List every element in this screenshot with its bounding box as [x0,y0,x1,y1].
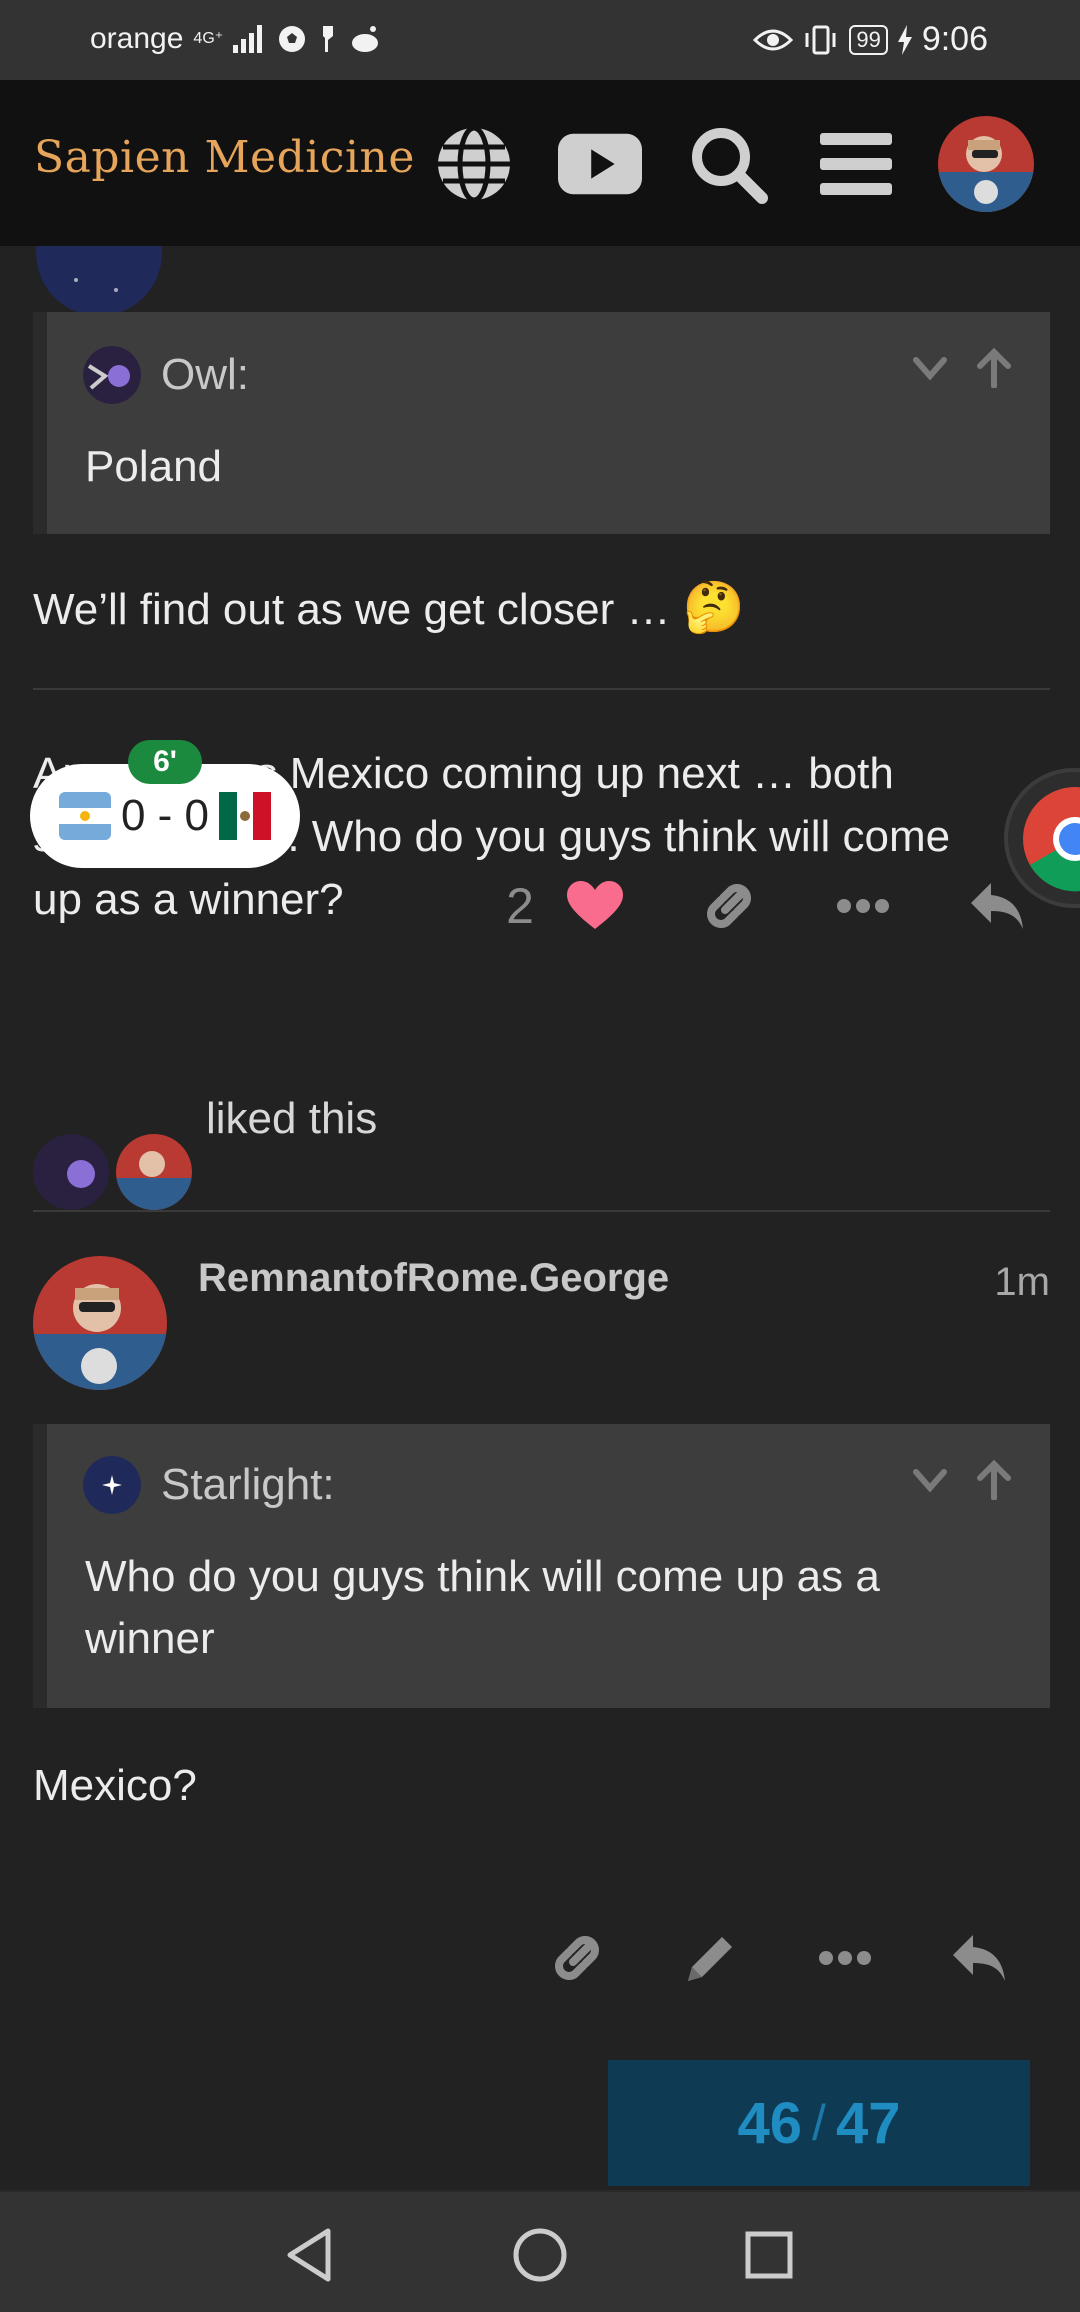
quote-text: Poland [85,442,223,491]
youtube-icon [558,133,642,195]
arrow-up-icon[interactable] [974,348,1014,388]
quote-header: Starlight: [83,1456,335,1514]
link-icon [555,1936,599,1980]
post-actions: 2 [490,866,1042,946]
arrow-up-icon[interactable] [974,1460,1014,1500]
recents-button[interactable] [734,2220,804,2290]
george-avatar-image [33,1256,167,1390]
starlight-avatar[interactable] [83,1456,141,1514]
post-text: We’ll find out as we get closer … [33,585,671,634]
copy-link-button[interactable] [684,866,774,946]
soccer-ball-icon [279,26,306,52]
ellipsis-icon [819,1951,871,1965]
app-screen: { "status_bar": { "carrier": "orange", "… [0,0,1080,2312]
reply-button[interactable] [934,1918,1024,1998]
charging-icon [897,24,912,55]
topic-stream: Owl: Poland We’ll find out as we get clo… [0,246,1080,2190]
ellipsis-icon [837,899,889,913]
edit-button[interactable] [666,1918,756,1998]
status-right: 99 9:06 [753,20,988,59]
post-divider [33,688,1050,690]
owl-avatar[interactable] [83,346,141,404]
vibrate-icon [805,25,836,54]
topic-progress[interactable]: 46 / 47 [608,2060,1030,2186]
back-button[interactable] [274,2220,344,2290]
reply-icon [953,1935,1005,1981]
eye-icon [753,29,794,50]
post-divider [33,1210,1050,1212]
site-title[interactable]: Sapien Medicine [34,132,415,183]
liker-avatar-owl[interactable] [33,1134,109,1210]
recents-square-icon [745,2231,793,2279]
back-triangle-icon [287,2228,331,2282]
status-left: orange 4G⁺ [90,22,381,56]
owl-avatar-image [83,346,141,404]
quote-controls [910,1460,1014,1500]
network-type: 4G⁺ [193,30,224,47]
quote-author[interactable]: Owl: [161,350,249,400]
reddit-icon [352,26,379,52]
quote-block-owl: Owl: Poland [33,312,1050,534]
thinking-emoji: 🤔 [682,579,745,635]
home-circle-icon [513,2228,567,2282]
like-button[interactable] [550,866,640,946]
notification-icon [323,26,334,52]
link-icon [707,884,751,928]
pencil-icon [688,1937,732,1981]
chevron-down-icon[interactable] [910,348,950,388]
copy-link-button[interactable] [532,1918,622,1998]
globe-button[interactable] [432,122,516,206]
carrier-label: orange [90,22,184,55]
post-actions [532,1918,1024,1998]
post-time[interactable]: 1m [994,1260,1050,1305]
like-count[interactable]: 2 [490,877,550,935]
menu-icon [820,133,892,195]
quote-controls [910,348,1014,388]
quote-header: Owl: [83,346,249,404]
search-button[interactable] [686,122,770,206]
chrome-icon [1023,787,1080,892]
post-body: We’ll find out as we get closer … 🤔 [33,576,1010,641]
match-minute-badge: 6' [128,740,202,784]
argentina-flag-icon [58,792,111,840]
progress-total: 47 [835,2090,901,2156]
reply-icon [971,883,1023,929]
system-nav-bar [0,2190,1080,2312]
globe-icon [438,125,510,203]
mexico-flag-icon [219,792,272,840]
status-bar: orange 4G⁺ 99 9:06 [0,0,1080,80]
liker-avatar-george[interactable] [116,1134,192,1210]
more-options-button[interactable] [800,1918,890,1998]
home-button[interactable] [505,2220,575,2290]
previous-post-avatar[interactable] [36,246,162,316]
liked-this-label: liked this [206,1094,378,1143]
starlight-avatar-image [83,1456,141,1514]
battery-indicator: 99 [849,24,888,55]
progress-separator: / [812,2095,826,2151]
quote-block-starlight: Starlight: Who do you guys think will co… [33,1424,1050,1708]
progress-current: 46 [737,2090,803,2156]
search-icon [692,128,768,204]
site-header: Sapien Medicine [0,80,1080,246]
author-name[interactable]: RemnantofRome.George [198,1256,669,1301]
signal-icon [233,25,263,53]
score-text: 0 - 0 [120,791,210,840]
clock: 9:06 [921,20,988,58]
youtube-button[interactable] [558,122,642,206]
george-avatar-image [116,1134,192,1210]
chevron-down-icon[interactable] [910,1460,950,1500]
post-text-mexico: Mexico? [33,1761,197,1810]
quote-author[interactable]: Starlight: [161,1460,335,1510]
starlight-avatar-image [36,246,162,316]
heart-icon [567,881,623,929]
user-avatar[interactable] [938,116,1034,212]
author-avatar[interactable] [33,1256,167,1390]
menu-button[interactable] [814,122,898,206]
more-options-button[interactable] [818,866,908,946]
owl-avatar-image [33,1134,109,1210]
quote-text: Who do you guys think will come up as a … [85,1552,880,1663]
user-avatar-image [938,116,1034,212]
